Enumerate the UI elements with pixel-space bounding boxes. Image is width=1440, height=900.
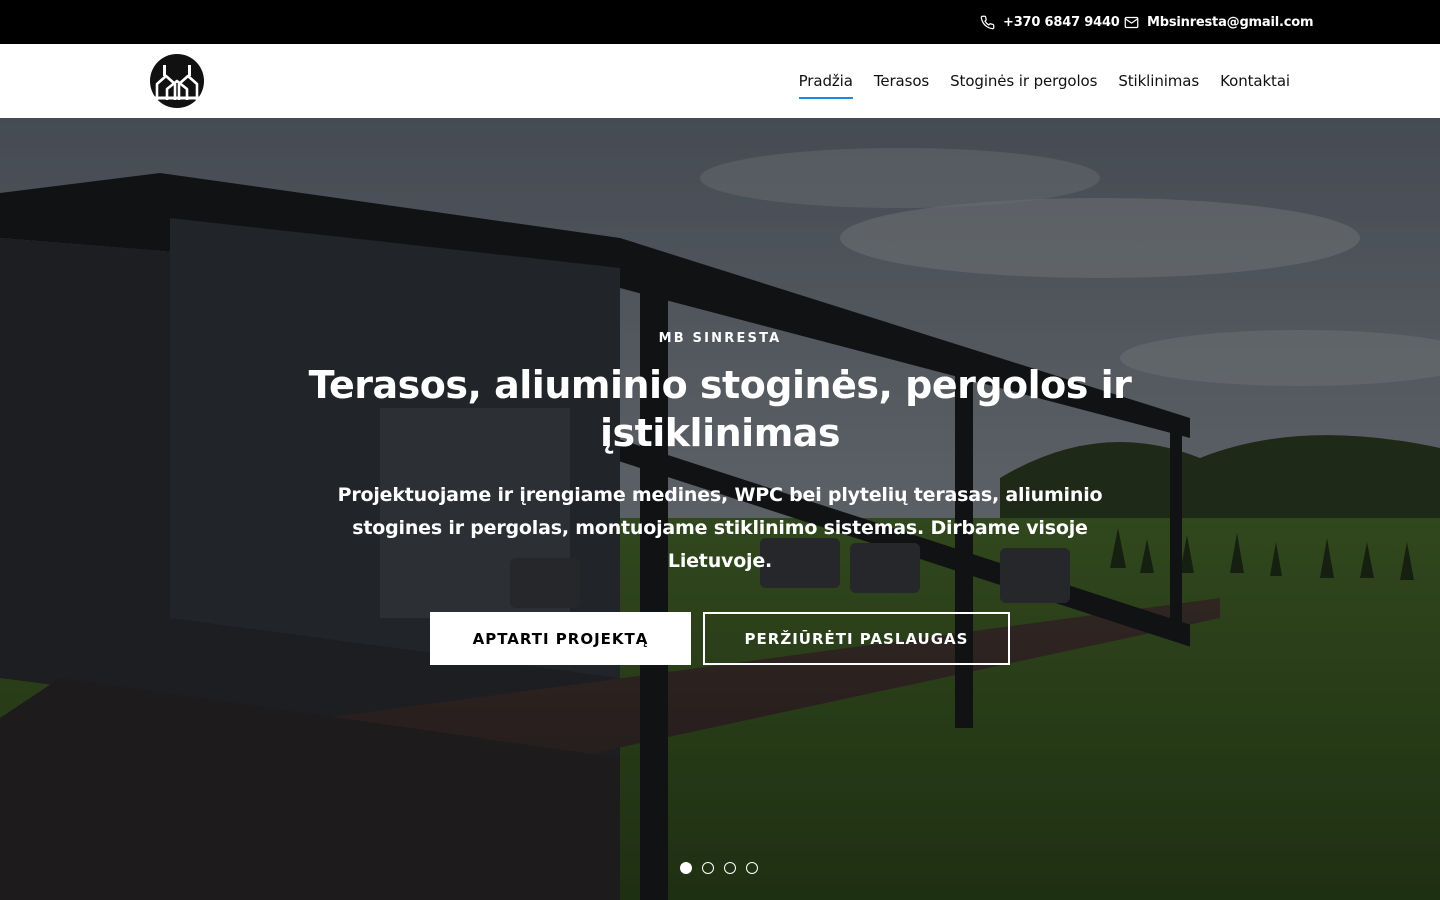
- phone-link[interactable]: +370 6847 9440: [980, 0, 1120, 44]
- hero-content: MB SINRESTA Terasos, aliuminio stoginės,…: [0, 118, 1440, 900]
- slider-pagination: [680, 862, 758, 874]
- nav-item-stiklinimas[interactable]: Stiklinimas: [1118, 72, 1199, 90]
- nav-item-terasos[interactable]: Terasos: [874, 72, 929, 90]
- hero-subtitle: Projektuojame ir įrengiame medines, WPC …: [337, 484, 1103, 572]
- phone-number: +370 6847 9440: [1003, 14, 1120, 30]
- discuss-project-button[interactable]: APTARTI PROJEKTĄ: [430, 612, 691, 665]
- top-bar: +370 6847 9440 Mbsinresta@gmail.com: [0, 0, 1440, 44]
- site-logo[interactable]: [150, 54, 204, 108]
- hero-slider: MB SINRESTA Terasos, aliuminio stoginės,…: [0, 118, 1440, 900]
- email-link[interactable]: Mbsinresta@gmail.com: [1124, 0, 1314, 44]
- envelope-icon: [1124, 16, 1139, 28]
- main-nav: Pradžia Terasos Stoginės ir pergolos Sti…: [798, 44, 1290, 118]
- view-services-button[interactable]: PERŽIŪRĖTI PASLAUGAS: [703, 612, 1010, 665]
- nav-item-kontaktai[interactable]: Kontaktai: [1220, 72, 1290, 90]
- hero-eyebrow: MB SINRESTA: [658, 331, 782, 346]
- slider-dot-1[interactable]: [680, 862, 692, 874]
- slider-dot-4[interactable]: [746, 862, 758, 874]
- phone-icon: [980, 15, 995, 29]
- hero-title: Terasos, aliuminio stoginės, pergolos ir…: [308, 363, 1132, 455]
- email-address: Mbsinresta@gmail.com: [1147, 14, 1314, 30]
- slider-dot-3[interactable]: [724, 862, 736, 874]
- site-header: Pradžia Terasos Stoginės ir pergolos Sti…: [0, 44, 1440, 118]
- slider-dot-2[interactable]: [702, 862, 714, 874]
- nav-item-pradzia[interactable]: Pradžia: [798, 72, 854, 99]
- nav-item-stogines-ir-pergolos[interactable]: Stoginės ir pergolos: [950, 72, 1097, 90]
